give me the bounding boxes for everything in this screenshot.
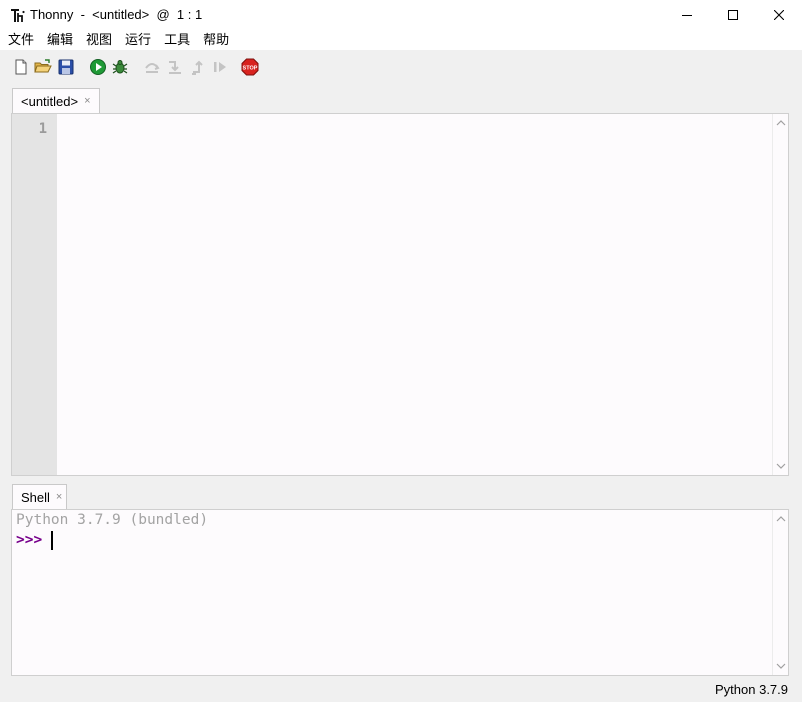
window-title: Thonny - <untitled> @ 1 : 1 <box>30 7 203 22</box>
close-icon <box>774 10 784 20</box>
shell-banner: Python 3.7.9 (bundled) <box>16 512 209 528</box>
close-window-button[interactable] <box>756 0 802 30</box>
minimize-icon <box>682 15 692 16</box>
stop-label: STOP <box>243 66 258 72</box>
scroll-down-icon[interactable] <box>776 461 786 471</box>
tab-untitled-label: <untitled> <box>21 94 79 109</box>
maximize-button[interactable] <box>710 0 756 30</box>
menu-file[interactable]: 文件 <box>0 30 40 50</box>
menu-bar: 文件 编辑 视图 运行 工具 帮助 <box>0 30 802 50</box>
line-number-gutter: 1 <box>12 114 57 475</box>
scroll-down-icon[interactable] <box>776 661 786 671</box>
menu-edit[interactable]: 编辑 <box>40 30 79 50</box>
title-bar: Thonny - <untitled> @ 1 : 1 <box>0 0 802 30</box>
menu-run[interactable]: 运行 <box>118 30 157 50</box>
shell-console[interactable]: Python 3.7.9 (bundled) >>> <box>11 509 789 676</box>
step-into-icon <box>169 61 181 74</box>
status-bar: Python 3.7.9 <box>0 678 802 702</box>
line-number: 1 <box>38 121 47 137</box>
interpreter-status[interactable]: Python 3.7.9 <box>715 682 788 697</box>
menu-help[interactable]: 帮助 <box>196 30 235 50</box>
scroll-up-icon[interactable] <box>776 514 786 524</box>
run-play-icon[interactable] <box>89 58 107 76</box>
open-folder-icon[interactable] <box>34 58 52 76</box>
editor-scrollbar[interactable] <box>772 114 788 475</box>
scroll-up-icon[interactable] <box>776 118 786 128</box>
tab-close-icon[interactable]: × <box>84 96 90 107</box>
thonny-logo-icon <box>11 9 25 22</box>
step-over-icon <box>145 63 160 73</box>
menu-view[interactable]: 视图 <box>79 30 118 50</box>
text-cursor <box>51 531 53 550</box>
save-disk-icon[interactable] <box>57 58 75 76</box>
minimize-button[interactable] <box>664 0 710 30</box>
step-out-icon <box>192 60 203 75</box>
tab-shell[interactable]: Shell × <box>12 484 67 510</box>
debug-bug-icon[interactable] <box>111 58 129 76</box>
new-file-icon[interactable] <box>12 58 30 76</box>
shell-scrollbar[interactable] <box>772 510 788 675</box>
code-editor[interactable]: 1 <box>11 113 789 476</box>
tab-shell-label: Shell <box>21 490 50 505</box>
resume-icon <box>214 62 226 72</box>
tab-untitled[interactable]: <untitled> × <box>12 88 100 114</box>
tab-close-icon[interactable]: × <box>56 492 62 503</box>
stop-sign-icon[interactable]: STOP <box>241 58 259 76</box>
menu-tools[interactable]: 工具 <box>157 30 196 50</box>
maximize-icon <box>728 10 738 20</box>
shell-prompt: >>> <box>16 532 43 548</box>
